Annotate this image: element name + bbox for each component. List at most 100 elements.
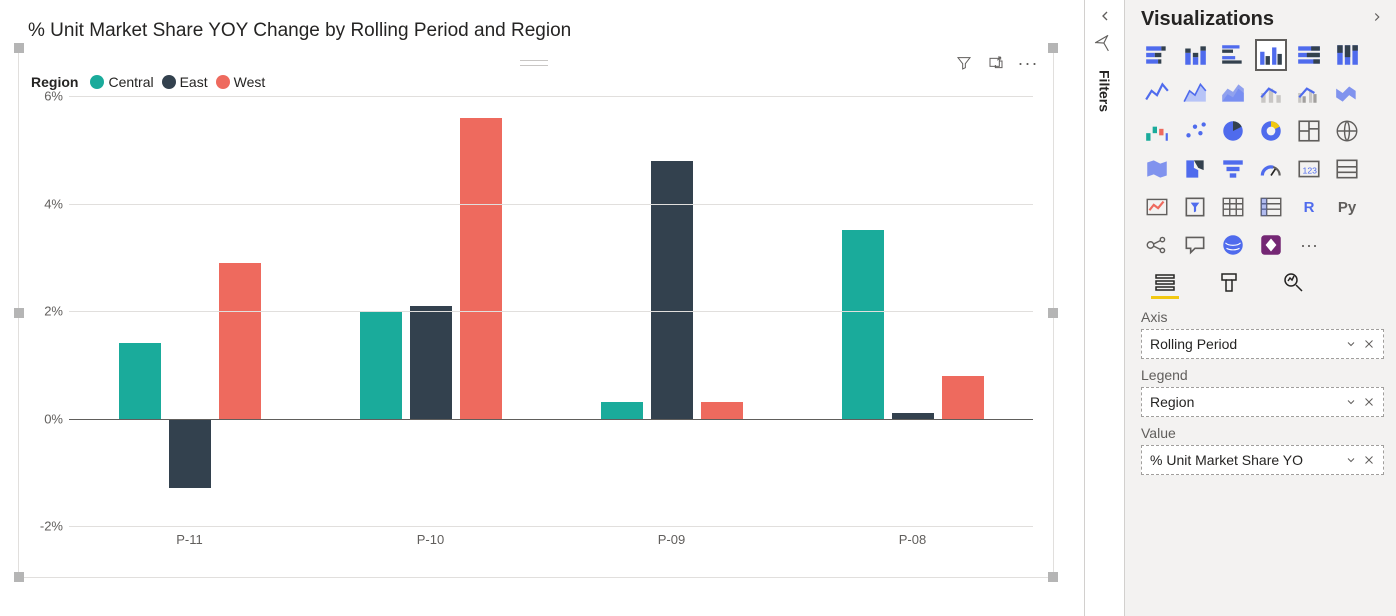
- bar[interactable]: [460, 118, 502, 419]
- bar[interactable]: [942, 376, 984, 419]
- viz-clustered-bar-icon[interactable]: [1217, 39, 1249, 71]
- filters-pane-collapsed[interactable]: Filters: [1084, 0, 1124, 616]
- viz-line-stacked-column-icon[interactable]: [1255, 77, 1287, 109]
- viz-line-icon[interactable]: [1141, 77, 1173, 109]
- collapse-viz-pane-icon[interactable]: [1370, 10, 1384, 29]
- viz-filled-map-icon[interactable]: [1141, 153, 1173, 185]
- resize-handle-top-left[interactable]: [14, 43, 24, 53]
- bar[interactable]: [410, 306, 452, 419]
- move-grip[interactable]: [520, 60, 548, 66]
- viz-more-icon[interactable]: ···: [1293, 229, 1325, 261]
- legend-item-east[interactable]: East: [162, 74, 208, 90]
- viz-powerapps-icon[interactable]: [1255, 229, 1287, 261]
- viz-multi-row-card-icon[interactable]: [1331, 153, 1363, 185]
- viz-gauge-icon[interactable]: [1255, 153, 1287, 185]
- viz-shape-map-icon[interactable]: [1179, 153, 1211, 185]
- y-axis: -2%0%2%4%6%: [27, 96, 67, 526]
- visualization-type-gallery: 123 R Py ···: [1141, 39, 1384, 261]
- viz-clustered-column-icon[interactable]: [1255, 39, 1287, 71]
- legend-swatch-central: [90, 75, 104, 89]
- y-tick-label: 4%: [44, 196, 63, 211]
- remove-field-icon[interactable]: [1363, 396, 1375, 408]
- resize-handle-bottom-left[interactable]: [14, 572, 24, 582]
- y-tick-label: -2%: [40, 519, 63, 534]
- filter-icon[interactable]: [955, 54, 973, 72]
- chart-visual[interactable]: ··· Region Central East West -2%0%2%4%6%…: [18, 48, 1054, 578]
- axis-section-label: Axis: [1141, 309, 1384, 325]
- viz-treemap-icon[interactable]: [1293, 115, 1325, 147]
- chart-legend: Region Central East West: [31, 74, 1041, 90]
- viz-line-clustered-column-icon[interactable]: [1293, 77, 1325, 109]
- viz-funnel-icon[interactable]: [1217, 153, 1249, 185]
- viz-python-icon[interactable]: Py: [1331, 191, 1363, 223]
- bar[interactable]: [219, 263, 261, 419]
- resize-handle-mid-right[interactable]: [1048, 308, 1058, 318]
- filters-label: Filters: [1097, 70, 1113, 112]
- remove-field-icon[interactable]: [1363, 454, 1375, 466]
- format-tab-icon[interactable]: [1215, 271, 1243, 299]
- y-tick-label: 0%: [44, 411, 63, 426]
- bar[interactable]: [360, 311, 402, 419]
- legend-section-label: Legend: [1141, 367, 1384, 383]
- viz-stacked-bar-icon[interactable]: [1141, 39, 1173, 71]
- viz-card-icon[interactable]: 123: [1293, 153, 1325, 185]
- visual-header: ···: [955, 54, 1037, 72]
- visualizations-pane: Visualizations 123: [1124, 0, 1396, 616]
- viz-kpi-icon[interactable]: [1141, 191, 1173, 223]
- chevron-down-icon[interactable]: [1345, 454, 1357, 466]
- y-tick-label: 2%: [44, 304, 63, 319]
- viz-matrix-icon[interactable]: [1255, 191, 1287, 223]
- viz-qa-icon[interactable]: [1179, 229, 1211, 261]
- x-tick-label: P-08: [899, 532, 926, 547]
- legend-swatch-west: [216, 75, 230, 89]
- bar[interactable]: [169, 419, 211, 489]
- legend-field-well[interactable]: Region: [1141, 387, 1384, 417]
- viz-map-icon[interactable]: [1331, 115, 1363, 147]
- chevron-down-icon[interactable]: [1345, 396, 1357, 408]
- resize-handle-mid-left[interactable]: [14, 308, 24, 318]
- expand-filters-icon[interactable]: [1097, 8, 1113, 24]
- viz-100-stacked-bar-icon[interactable]: [1293, 39, 1325, 71]
- viz-slicer-icon[interactable]: [1179, 191, 1211, 223]
- viz-r-script-icon[interactable]: R: [1293, 191, 1325, 223]
- fields-tab-icon[interactable]: [1151, 271, 1179, 299]
- legend-item-west[interactable]: West: [216, 74, 266, 90]
- x-tick-label: P-10: [417, 532, 444, 547]
- value-field-well[interactable]: % Unit Market Share YO: [1141, 445, 1384, 475]
- viz-key-influencers-icon[interactable]: [1141, 229, 1173, 261]
- viz-pie-icon[interactable]: [1217, 115, 1249, 147]
- filters-icon: [1092, 33, 1117, 58]
- focus-mode-icon[interactable]: [987, 54, 1005, 72]
- viz-area-icon[interactable]: [1179, 77, 1211, 109]
- bar[interactable]: [119, 343, 161, 418]
- viz-table-icon[interactable]: [1217, 191, 1249, 223]
- legend-swatch-east: [162, 75, 176, 89]
- resize-handle-top-right[interactable]: [1048, 43, 1058, 53]
- viz-donut-icon[interactable]: [1255, 115, 1287, 147]
- bar[interactable]: [601, 402, 643, 418]
- format-tabs: [1151, 271, 1384, 299]
- chart-title: % Unit Market Share YOY Change by Rollin…: [28, 20, 1054, 42]
- viz-stacked-column-icon[interactable]: [1179, 39, 1211, 71]
- x-tick-label: P-09: [658, 532, 685, 547]
- chevron-down-icon[interactable]: [1345, 338, 1357, 350]
- visualizations-title: Visualizations: [1141, 8, 1274, 31]
- bar[interactable]: [842, 230, 884, 418]
- viz-scatter-icon[interactable]: [1179, 115, 1211, 147]
- bar[interactable]: [701, 402, 743, 418]
- remove-field-icon[interactable]: [1363, 338, 1375, 350]
- more-options-icon[interactable]: ···: [1019, 54, 1037, 72]
- viz-stacked-area-icon[interactable]: [1217, 77, 1249, 109]
- bar[interactable]: [651, 161, 693, 419]
- analytics-tab-icon[interactable]: [1279, 271, 1307, 299]
- value-section-label: Value: [1141, 425, 1384, 441]
- viz-arcgis-icon[interactable]: [1217, 229, 1249, 261]
- viz-100-stacked-column-icon[interactable]: [1331, 39, 1363, 71]
- legend-item-central[interactable]: Central: [90, 74, 153, 90]
- viz-ribbon-icon[interactable]: [1331, 77, 1363, 109]
- y-tick-label: 6%: [44, 89, 63, 104]
- resize-handle-bottom-right[interactable]: [1048, 572, 1058, 582]
- viz-waterfall-icon[interactable]: [1141, 115, 1173, 147]
- chart-plot-area: -2%0%2%4%6% P-11P-10P-09P-08: [69, 96, 1033, 526]
- axis-field-well[interactable]: Rolling Period: [1141, 329, 1384, 359]
